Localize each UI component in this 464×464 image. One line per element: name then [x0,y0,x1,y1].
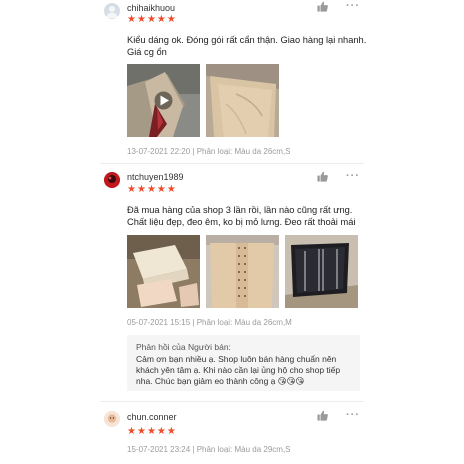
star-icon: ★ [166,426,176,437]
star-icon: ★ [156,184,166,195]
review-text: Kiểu dáng ok. Đóng gói rất cẩn thận. Gia… [127,35,367,57]
review-photo[interactable] [206,235,279,308]
more-options-icon[interactable]: ··· [346,0,360,12]
review-photo[interactable] [285,235,358,308]
review-photo[interactable] [127,235,200,308]
star-icon: ★ [136,184,146,195]
star-icon: ★ [127,184,136,195]
divider [100,401,364,402]
user-avatar-icon[interactable] [104,3,120,19]
review-video-thumbnail[interactable] [127,64,200,137]
more-options-icon[interactable]: ··· [346,409,360,421]
seller-reply: Phản hồi của Người bán: Cảm ơn bạn nhiều… [127,335,360,391]
divider [100,163,364,164]
star-icon: ★ [156,14,166,25]
seller-reply-title: Phản hồi của Người bán: [136,342,231,352]
review-meta: 15-07-2021 23:24 | Phân loại: Màu da 29c… [127,445,291,454]
star-icon: ★ [146,184,156,195]
review-meta: 05-07-2021 15:15 | Phân loại: Màu da 26c… [127,318,292,327]
review-actions: ··· [317,409,360,421]
review-username[interactable]: ntchuyen1989 [127,172,184,182]
star-icon: ★ [156,426,166,437]
star-icon: ★ [127,426,136,437]
review-text: Đã mua hàng của shop 3 lần rồi, lần nào … [127,205,356,227]
review-actions: ··· [317,0,360,12]
review-meta: 13-07-2021 22:20 | Phân loại: Màu da 26c… [127,147,291,156]
thumbs-up-icon[interactable] [317,171,328,182]
user-avatar-icon[interactable] [104,411,120,427]
star-rating: ★ ★ ★ ★ ★ [127,15,176,25]
star-rating: ★ ★ ★ ★ ★ [127,185,176,195]
star-rating: ★ ★ ★ ★ ★ [127,427,176,437]
thumbs-up-icon[interactable] [317,410,328,421]
star-icon: ★ [166,14,176,25]
star-icon: ★ [146,14,156,25]
reviews-page: chihaikhuou ★ ★ ★ ★ ★ ··· Kiểu dáng ok. … [0,0,464,464]
star-icon: ★ [127,14,136,25]
star-icon: ★ [146,426,156,437]
thumbs-up-icon[interactable] [317,1,328,12]
star-icon: ★ [166,184,176,195]
more-options-icon[interactable]: ··· [346,170,360,182]
review-username[interactable]: chihaikhuou [127,3,175,13]
review-photo[interactable] [206,64,279,137]
star-icon: ★ [136,14,146,25]
seller-reply-text: Cảm ơn bạn nhiều ạ. Shop luôn bán hàng c… [136,354,341,386]
star-icon: ★ [136,426,146,437]
review-username[interactable]: chun.conner [127,412,177,422]
review-actions: ··· [317,170,360,182]
user-avatar-icon[interactable] [104,172,120,188]
